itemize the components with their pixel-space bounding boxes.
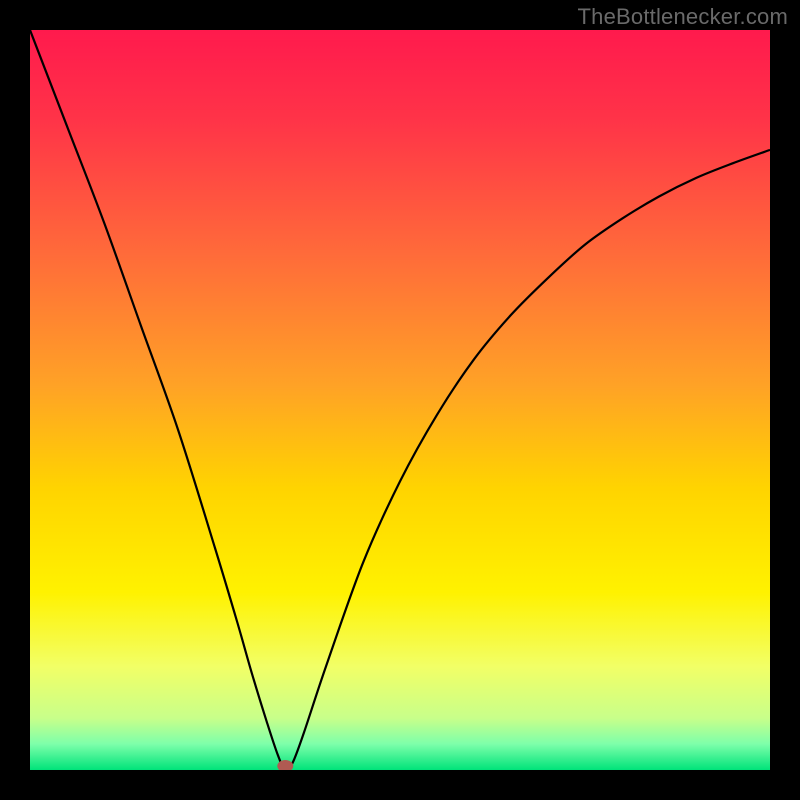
minimum-marker xyxy=(277,760,293,772)
bottleneck-chart xyxy=(0,0,800,800)
chart-frame: TheBottlenecker.com xyxy=(0,0,800,800)
chart-background xyxy=(30,30,770,770)
attribution-label: TheBottlenecker.com xyxy=(578,4,788,30)
